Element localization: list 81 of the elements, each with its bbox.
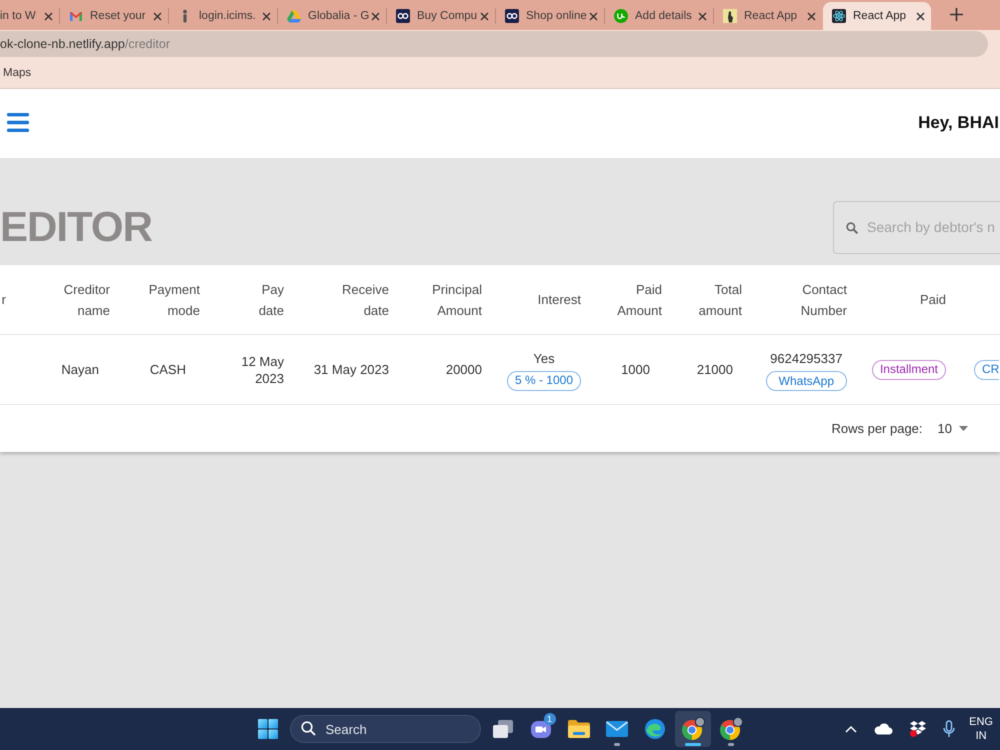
wave-logo-icon	[644, 718, 666, 740]
mail-icon	[604, 720, 628, 738]
running-indicator-icon	[614, 743, 620, 746]
search-icon	[846, 222, 858, 234]
cloud-icon[interactable]	[873, 723, 894, 735]
column-header: Pay date	[258, 280, 284, 320]
taskbar-button[interactable]	[674, 711, 710, 747]
column-header: Paid Amount	[617, 280, 662, 320]
mail-logo-icon	[69, 9, 83, 23]
menu-button[interactable]	[7, 113, 29, 132]
rows-per-page-select[interactable]: 10	[938, 421, 968, 436]
search-field[interactable]: Search by debtor's n	[833, 200, 1000, 254]
menu-icon	[7, 113, 29, 132]
close-icon[interactable]	[916, 12, 925, 20]
browser-tab[interactable]: Shop online	[496, 2, 604, 30]
ring-logo-icon	[680, 717, 704, 741]
table-cell: 9624295337	[770, 350, 842, 366]
greeting-text: Hey, BHAI	[918, 112, 999, 132]
close-icon[interactable]	[807, 12, 816, 20]
column-header: Receive date	[342, 280, 389, 320]
address-bar[interactable]: ok-clone-nb.netlify.app/creditor	[0, 31, 988, 57]
table-cell: 21000	[696, 361, 733, 378]
running-indicator-icon	[728, 743, 734, 746]
close-icon[interactable]	[44, 12, 53, 20]
interest-tag: 5 % - 1000	[506, 370, 581, 390]
picture-icon	[723, 9, 737, 23]
taskbar-search-field[interactable]: Search	[290, 715, 480, 743]
language-indicator[interactable]: ENG IN	[969, 715, 993, 743]
column-header: Payment mode	[148, 280, 200, 320]
close-icon[interactable]	[262, 12, 271, 20]
column-header: Creditor name	[64, 280, 110, 320]
status-tag: CR	[974, 360, 1000, 380]
close-icon[interactable]	[480, 12, 489, 20]
package-icon[interactable]	[909, 720, 928, 738]
column-header: Contact Number	[800, 280, 847, 320]
column-header: r	[2, 291, 6, 309]
table-cell: Nayan	[61, 361, 99, 378]
browser-tab[interactable]: in to W	[0, 2, 59, 30]
running-indicator-icon	[684, 743, 700, 746]
table-cell: 31 May 2023	[314, 361, 389, 378]
browser-tab[interactable]: Add details	[605, 2, 713, 30]
start-icon	[258, 719, 278, 739]
message-button[interactable]: WhatsApp	[766, 370, 847, 390]
atom-icon	[832, 9, 846, 23]
close-icon[interactable]	[589, 12, 598, 20]
table-cell: Yes	[533, 350, 555, 366]
close-icon[interactable]	[153, 12, 162, 20]
rows-per-page-label: Rows per page:	[831, 421, 923, 436]
microphone-icon[interactable]	[943, 720, 956, 738]
task-view-icon	[492, 719, 514, 739]
goggles-logo-icon	[505, 9, 519, 23]
plus-icon	[950, 8, 963, 21]
browser-tab[interactable]: React App	[714, 2, 822, 30]
disc-logo-icon	[614, 9, 628, 23]
notification-badge: 1	[544, 713, 556, 725]
table-cell: 12 May 2023	[240, 352, 284, 386]
table-cell: CASH	[150, 361, 186, 378]
taskbar-button[interactable]: 1	[522, 711, 558, 747]
browser-tab[interactable]: Buy Compu	[387, 2, 495, 30]
bookmark-item[interactable]: Maps	[0, 65, 34, 81]
browser-tab[interactable]: login.icims.	[169, 2, 277, 30]
table-cell: 1000	[621, 361, 650, 378]
triangle-logo-icon	[287, 9, 301, 23]
column-header: Paid	[920, 291, 946, 309]
close-icon[interactable]	[698, 12, 707, 20]
close-icon[interactable]	[371, 12, 380, 20]
goggles-logo-icon	[396, 9, 410, 23]
browser-tab[interactable]: Globalia - G	[278, 2, 386, 30]
search-icon	[300, 721, 316, 736]
browser-tab[interactable]: React App	[823, 2, 931, 30]
browser-tab[interactable]: Reset your	[60, 2, 168, 30]
ring-logo-icon	[718, 717, 742, 741]
chevron-up-icon[interactable]	[845, 725, 858, 733]
column-header: Principal Amount	[432, 280, 482, 320]
table-cell: 20000	[446, 361, 482, 378]
column-header: Interest	[538, 291, 581, 309]
folder-icon	[566, 719, 590, 739]
page-title: EDITOR	[0, 204, 152, 250]
status-tag: Installment	[872, 360, 946, 380]
column-header: Total amount	[698, 280, 742, 320]
caret-icon	[959, 426, 968, 431]
